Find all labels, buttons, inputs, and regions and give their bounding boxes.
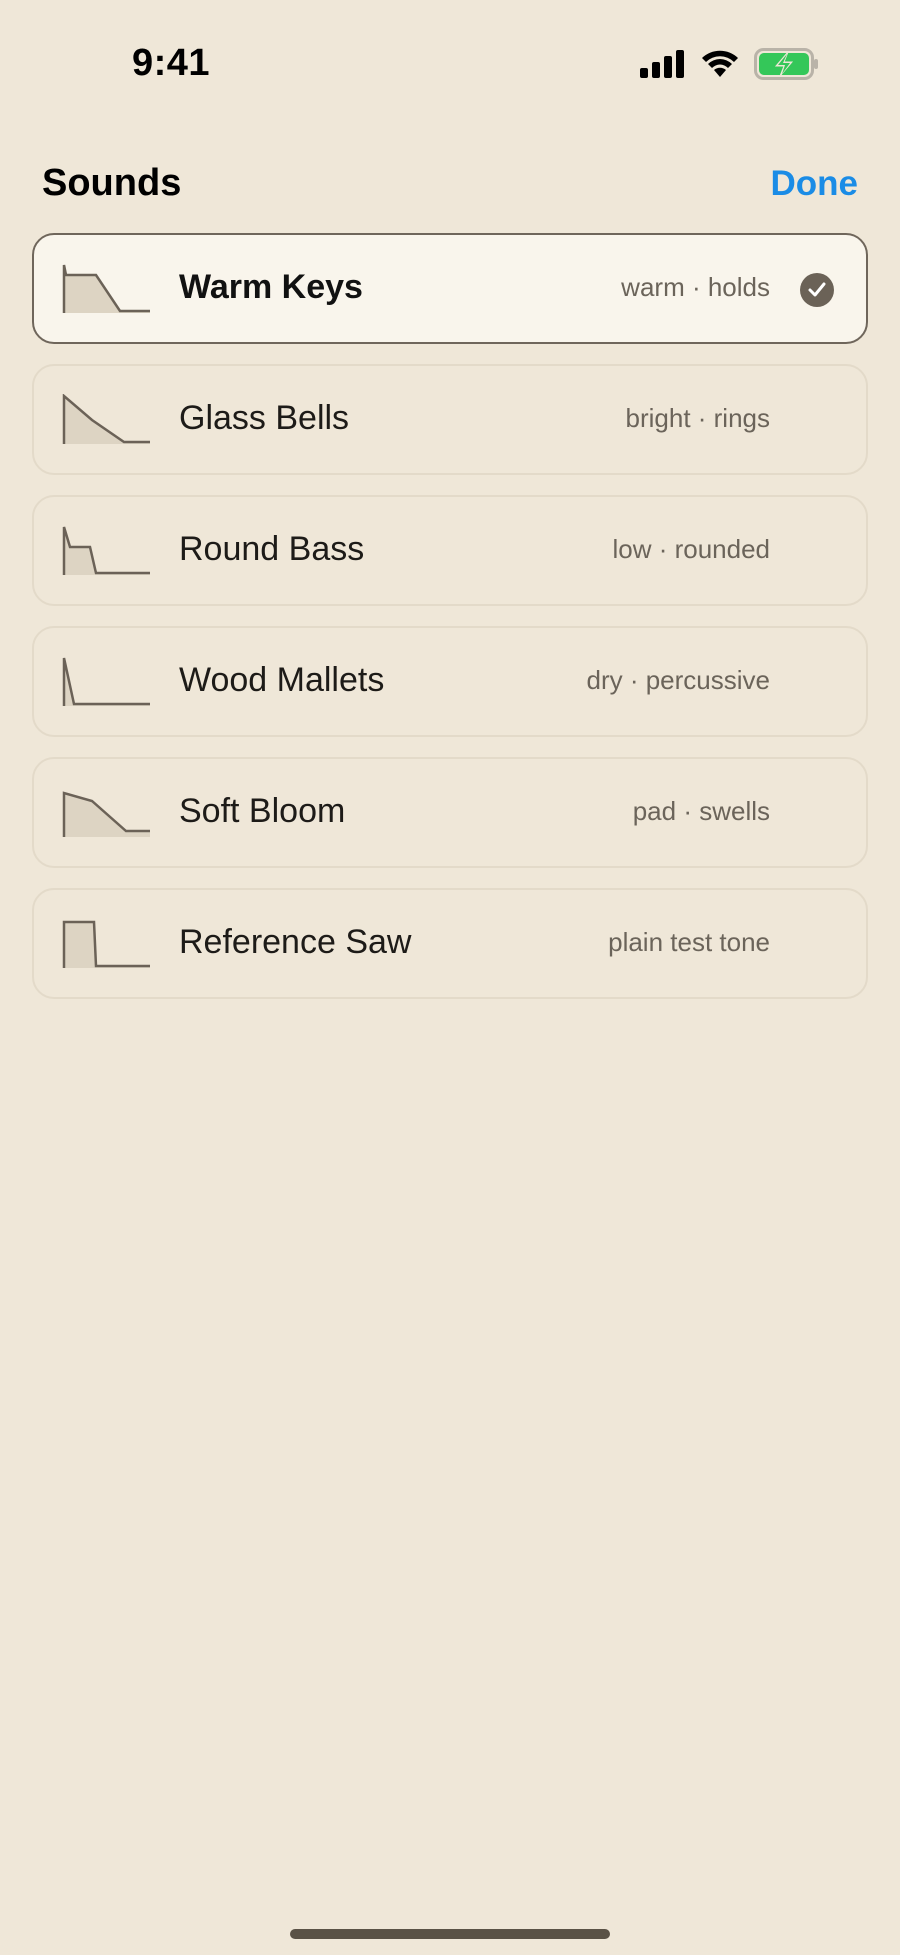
- sound-row-round-bass[interactable]: Round Bass low · rounded: [32, 495, 868, 606]
- sound-list: Warm Keys warm · holds Glass Bells brigh…: [32, 233, 868, 1019]
- status-time: 9:41: [132, 42, 211, 84]
- done-button[interactable]: Done: [771, 164, 859, 204]
- sound-description: dry · percussive: [586, 665, 771, 695]
- sound-name: Reference Saw: [179, 923, 412, 961]
- envelope-bass-icon: [62, 526, 150, 575]
- header: Sounds Done: [0, 150, 900, 220]
- sound-row-reference-saw[interactable]: Reference Saw plain test tone: [32, 888, 868, 999]
- envelope-hold-icon: [62, 264, 150, 313]
- envelope-percussive-icon: [62, 657, 150, 706]
- sound-row-wood-mallets[interactable]: Wood Mallets dry · percussive: [32, 626, 868, 737]
- envelope-ring-icon: [62, 394, 150, 444]
- sound-row-soft-bloom[interactable]: Soft Bloom pad · swells: [32, 757, 868, 868]
- sound-name: Wood Mallets: [179, 661, 385, 699]
- status-bar: 9:41: [0, 0, 900, 120]
- envelope-square-icon: [62, 920, 150, 968]
- sound-description: plain test tone: [608, 927, 770, 957]
- home-indicator[interactable]: [290, 1929, 610, 1939]
- sound-name: Round Bass: [179, 530, 365, 568]
- envelope-swell-icon: [62, 791, 150, 837]
- status-icons: [640, 48, 820, 85]
- sound-row-warm-keys[interactable]: Warm Keys warm · holds: [32, 233, 868, 344]
- sound-row-glass-bells[interactable]: Glass Bells bright · rings: [32, 364, 868, 475]
- signal-icon: [640, 50, 686, 83]
- battery-charging-icon: [754, 48, 820, 85]
- sound-description: bright · rings: [625, 403, 771, 433]
- sound-description: warm · holds: [621, 272, 770, 302]
- checkmark-icon: [800, 273, 834, 307]
- sound-name: Glass Bells: [179, 399, 350, 437]
- sound-name: Soft Bloom: [179, 792, 346, 830]
- wifi-icon: [700, 49, 740, 84]
- sound-description: low · rounded: [612, 534, 770, 564]
- sound-description: pad · swells: [632, 796, 770, 826]
- sound-name: Warm Keys: [179, 268, 363, 306]
- page-title: Sounds: [42, 162, 182, 204]
